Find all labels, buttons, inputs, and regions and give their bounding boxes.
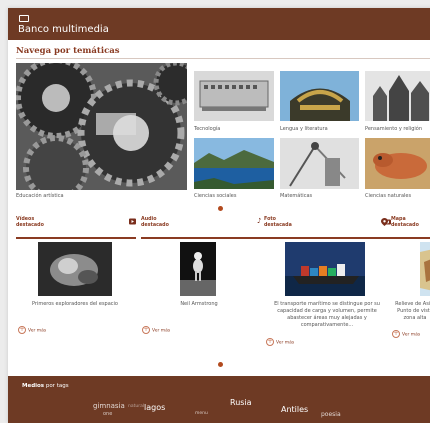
- moon-photo: [180, 242, 216, 296]
- theme-label: Ciencias naturales: [365, 193, 412, 199]
- media-label: Mapa destacado: [391, 217, 419, 228]
- audio-thumbnail[interactable]: [180, 242, 216, 296]
- divider: [16, 58, 430, 59]
- video-more-link[interactable]: + Ver más: [18, 326, 46, 334]
- map-thumbnail[interactable]: [420, 242, 430, 296]
- video-thumbnail[interactable]: [38, 242, 112, 296]
- header-bar: Banco multimedia: [8, 8, 430, 40]
- map-pin-icon: [381, 218, 388, 226]
- plus-icon: +: [18, 326, 26, 334]
- media-label: Vídeos destacado: [16, 217, 44, 228]
- instrument-photo: [280, 138, 359, 189]
- carousel-dot[interactable]: [218, 362, 223, 367]
- theme-label: Lengua y literatura: [280, 126, 328, 132]
- plus-icon: +: [392, 330, 400, 338]
- lizard-photo: [365, 138, 430, 189]
- machine-photo: [194, 71, 274, 121]
- theme-label: Tecnología: [194, 126, 221, 132]
- tag-link[interactable]: menu: [195, 411, 208, 416]
- theme-label: Pensamiento y religión: [365, 126, 423, 132]
- theme-label: Ciencias sociales: [194, 193, 237, 199]
- photo-thumbnail[interactable]: [285, 242, 365, 296]
- music-note-icon: ♪: [257, 217, 262, 225]
- tag-cloud-title: Medios por tags: [22, 383, 69, 389]
- tag-cloud-panel: Medios por tags gimnasia one natural lag…: [8, 376, 430, 423]
- map-more-link[interactable]: + Ver más: [392, 330, 420, 338]
- media-header-map: Mapa destacado: [381, 215, 430, 239]
- tag-link[interactable]: natural: [128, 404, 144, 409]
- media-header-photo: Foto destacada: [264, 215, 391, 239]
- theme-tile-tecnologia[interactable]: [194, 71, 274, 121]
- media-label: Audio destacado: [141, 217, 169, 228]
- lake-photo: [194, 138, 274, 189]
- theme-tile-ciencias-naturales[interactable]: [365, 138, 430, 189]
- theme-tile-ciencias-sociales[interactable]: [194, 138, 274, 189]
- banco-multimedia-page: Banco multimedia Navega por temáticas Ed…: [8, 8, 430, 423]
- theme-label: Matemáticas: [280, 193, 313, 199]
- theme-tile-lengua-literatura[interactable]: [280, 71, 359, 121]
- cargo-ship-photo: [285, 242, 365, 296]
- dome-photo: [280, 71, 359, 121]
- theme-tile-pensamiento-religion[interactable]: [365, 71, 430, 121]
- photo-caption: El transporte marítimo se distingue por …: [274, 301, 380, 328]
- media-header-video: Vídeos destacado: [16, 215, 136, 239]
- cathedral-photo: [365, 71, 430, 121]
- audio-caption: Neil Armstrong: [180, 301, 218, 307]
- media-label: Foto destacada: [264, 217, 292, 228]
- play-icon: [129, 218, 136, 225]
- monitor-icon: [19, 15, 29, 22]
- page-title: Banco multimedia: [18, 24, 109, 35]
- themes-heading: Navega por temáticas: [16, 46, 120, 56]
- photo-more-link[interactable]: + Ver más: [266, 338, 294, 346]
- map-caption: Relieve de Asia. Punto de vista zona alt…: [395, 301, 430, 321]
- tag-link[interactable]: Antiles: [281, 405, 308, 414]
- audio-more-link[interactable]: + Ver más: [142, 326, 170, 334]
- theme-tile-educacion-artistica[interactable]: [16, 63, 187, 190]
- gears-photo: [16, 63, 187, 190]
- video-caption: Primeros exploradores del espacio: [31, 301, 118, 307]
- tag-link[interactable]: Rusia: [230, 398, 252, 407]
- plus-icon: +: [266, 338, 274, 346]
- theme-label: Educación artística: [16, 193, 64, 199]
- plus-icon: +: [142, 326, 150, 334]
- tag-link[interactable]: lagos: [144, 403, 165, 412]
- tag-link[interactable]: one: [103, 411, 112, 417]
- tag-link[interactable]: poesia: [321, 411, 341, 418]
- media-header-audio: Audio destacado ♪: [141, 215, 264, 239]
- relief-map: [420, 242, 430, 296]
- astronaut-photo: [38, 242, 112, 296]
- carousel-dot[interactable]: [218, 206, 223, 211]
- theme-tile-matematicas[interactable]: [280, 138, 359, 189]
- tag-link[interactable]: gimnasia: [93, 402, 125, 410]
